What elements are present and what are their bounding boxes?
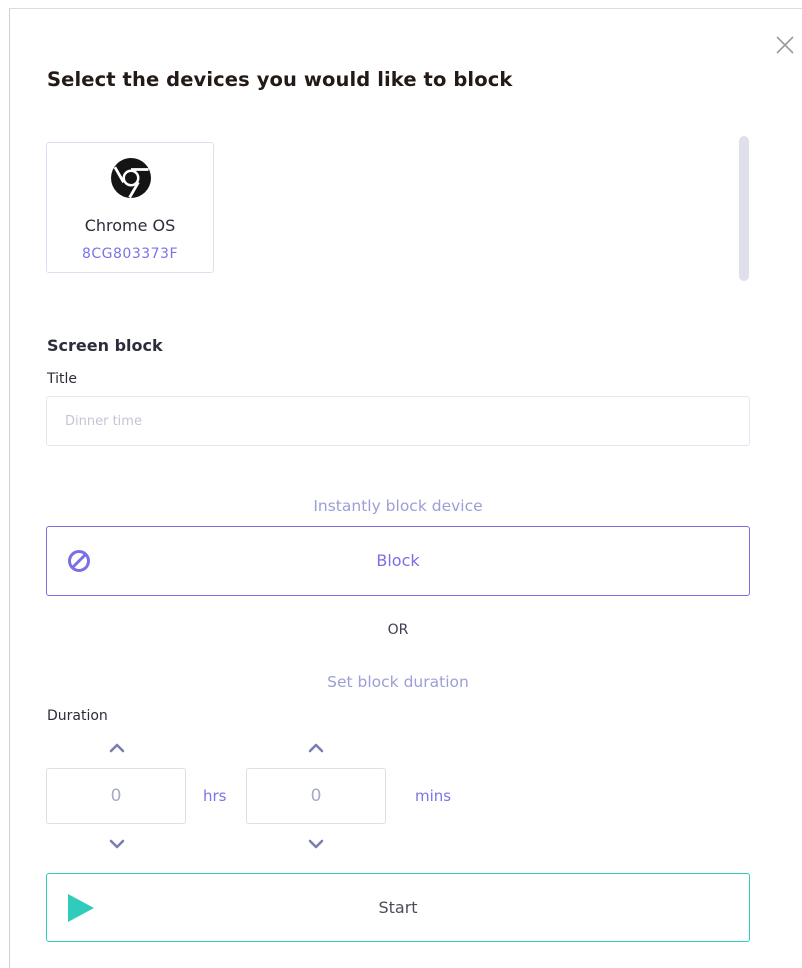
block-button-label: Block <box>376 551 420 570</box>
dialog-heading: Select the devices you would like to blo… <box>47 68 513 91</box>
screen-block-title: Screen block <box>47 336 163 355</box>
device-card-chrome-os[interactable]: Chrome OS 8CG803373F <box>46 142 214 273</box>
title-label: Title <box>47 371 78 387</box>
device-name: Chrome OS <box>84 216 176 235</box>
device-list-scrollbar[interactable] <box>739 136 749 281</box>
instant-block-hint: Instantly block device <box>313 497 483 515</box>
minutes-increment-button[interactable] <box>304 740 328 756</box>
close-button[interactable] <box>772 32 798 58</box>
minutes-unit-label: mins <box>415 787 452 805</box>
title-input[interactable] <box>46 396 750 446</box>
chrome-icon <box>111 158 151 199</box>
minutes-decrement-button[interactable] <box>304 836 328 852</box>
or-separator: OR <box>387 622 409 638</box>
chevron-up-icon <box>308 743 324 753</box>
start-button-label: Start <box>378 898 418 917</box>
hours-increment-button[interactable] <box>105 740 129 756</box>
close-icon <box>776 36 794 54</box>
device-serial: 8CG803373F <box>81 246 179 262</box>
duration-label: Duration <box>47 708 108 724</box>
minutes-input[interactable] <box>246 768 386 824</box>
start-button[interactable]: Start <box>46 873 750 942</box>
chevron-down-icon <box>308 839 324 849</box>
hours-unit-label: hrs <box>203 787 227 805</box>
hours-decrement-button[interactable] <box>105 836 129 852</box>
block-duration-hint: Set block duration <box>327 673 469 691</box>
hours-input[interactable] <box>46 768 186 824</box>
block-button[interactable]: Block <box>46 526 750 596</box>
chevron-down-icon <box>109 839 125 849</box>
chevron-up-icon <box>109 743 125 753</box>
